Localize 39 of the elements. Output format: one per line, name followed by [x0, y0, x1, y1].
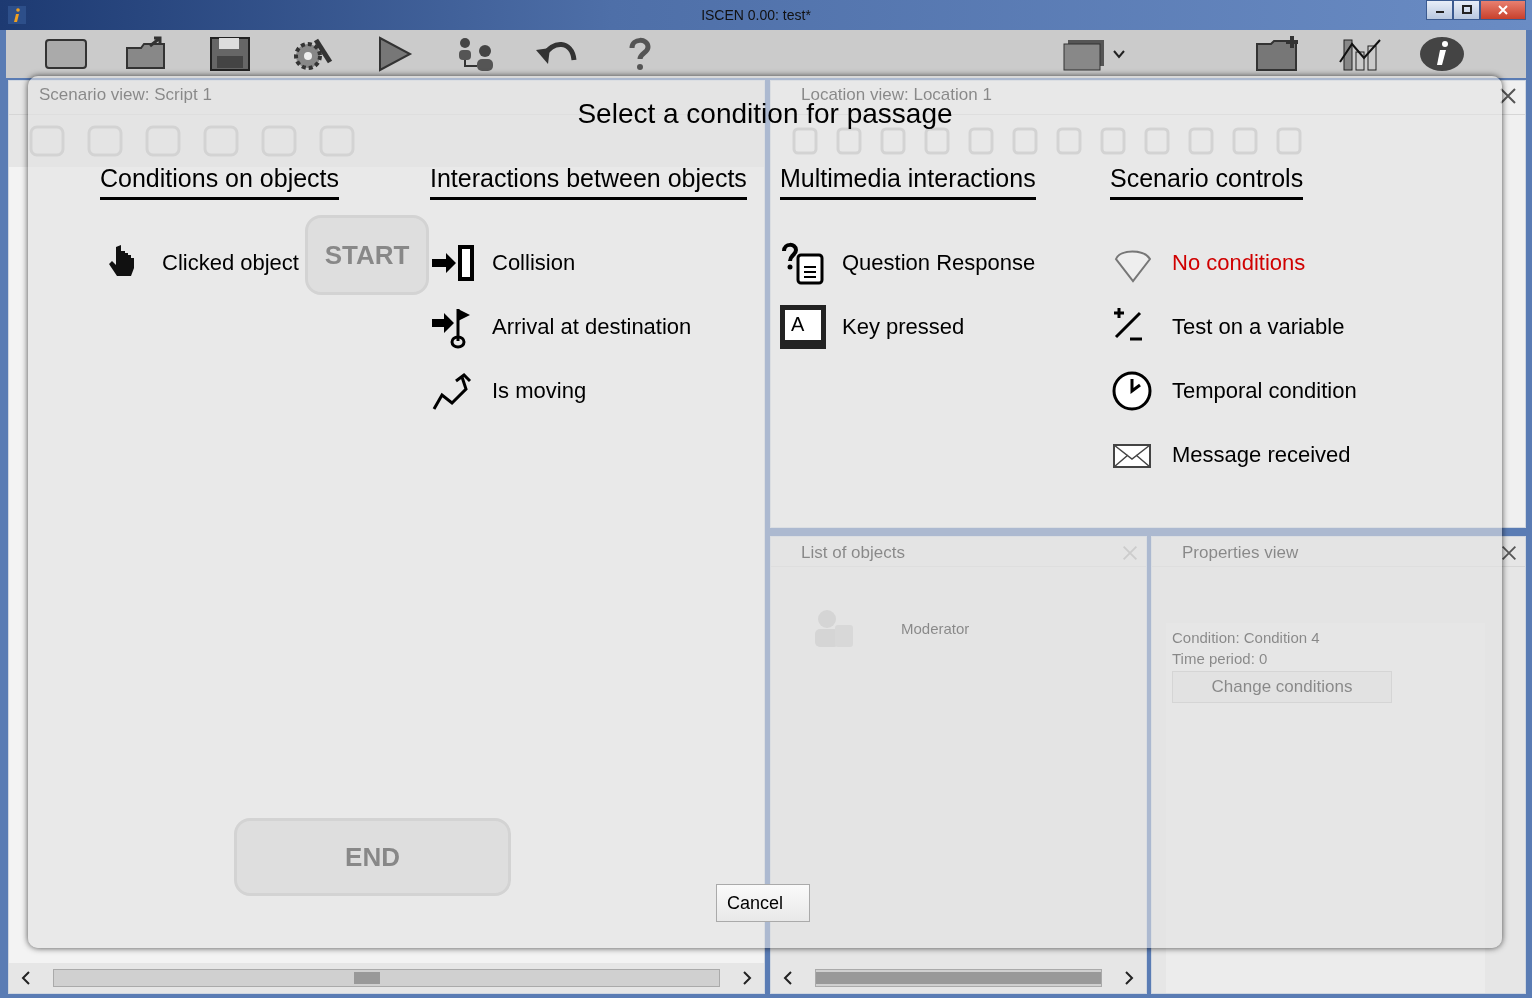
condition-item[interactable]: Is moving	[430, 368, 587, 414]
pane-title: Scenario view: Script 1	[39, 85, 212, 105]
app-icon	[8, 6, 26, 24]
key-icon: A	[780, 305, 826, 349]
pane-title: List of objects	[801, 543, 905, 563]
scrollbar-track[interactable]	[53, 969, 720, 987]
close-icon	[1497, 5, 1509, 15]
pane-title: Location view: Location 1	[801, 85, 992, 104]
scroll-left-icon[interactable]	[781, 970, 795, 986]
maximize-button[interactable]	[1453, 0, 1480, 20]
condition-item[interactable]: No conditions	[1110, 240, 1306, 286]
property-text: Condition: Condition 4	[1172, 629, 1320, 646]
cancel-button[interactable]: Cancel	[716, 884, 810, 922]
scrollbar-thumb[interactable]	[354, 972, 380, 984]
column-heading: Scenario controls	[1110, 164, 1304, 200]
condition-item[interactable]: Arrival at destination	[430, 304, 692, 350]
question-document-icon	[780, 241, 826, 285]
column-heading: Conditions on objects	[100, 164, 340, 200]
maximize-icon	[1460, 5, 1473, 15]
scroll-right-icon[interactable]	[1122, 970, 1136, 986]
column-heading: Interactions between objects	[430, 164, 747, 200]
condition-item[interactable]: Temporal condition	[1110, 368, 1357, 414]
window-title: ISCEN 0.00: test*	[701, 7, 811, 23]
property-text: Time period: 0	[1172, 650, 1268, 667]
condition-item[interactable]: Message received	[1110, 432, 1351, 478]
column-heading: Multimedia interactions	[780, 164, 1036, 200]
close-button[interactable]	[1480, 0, 1526, 20]
scroll-left-icon[interactable]	[19, 970, 33, 986]
scroll-right-icon[interactable]	[740, 970, 754, 986]
caret-icon[interactable]	[1112, 49, 1126, 59]
pane-title: Properties view	[1182, 543, 1299, 563]
minimize-button[interactable]	[1426, 0, 1453, 20]
condition-item[interactable]: Clicked object	[100, 240, 299, 286]
condition-item[interactable]: A Key pressed	[780, 304, 965, 350]
condition-item[interactable]: Test on a variable	[1110, 304, 1345, 350]
condition-item[interactable]: Collision	[430, 240, 576, 286]
info-icon[interactable]	[1418, 34, 1466, 74]
close-icon[interactable]	[1499, 543, 1519, 563]
condition-item[interactable]: Question Response	[780, 240, 1036, 286]
